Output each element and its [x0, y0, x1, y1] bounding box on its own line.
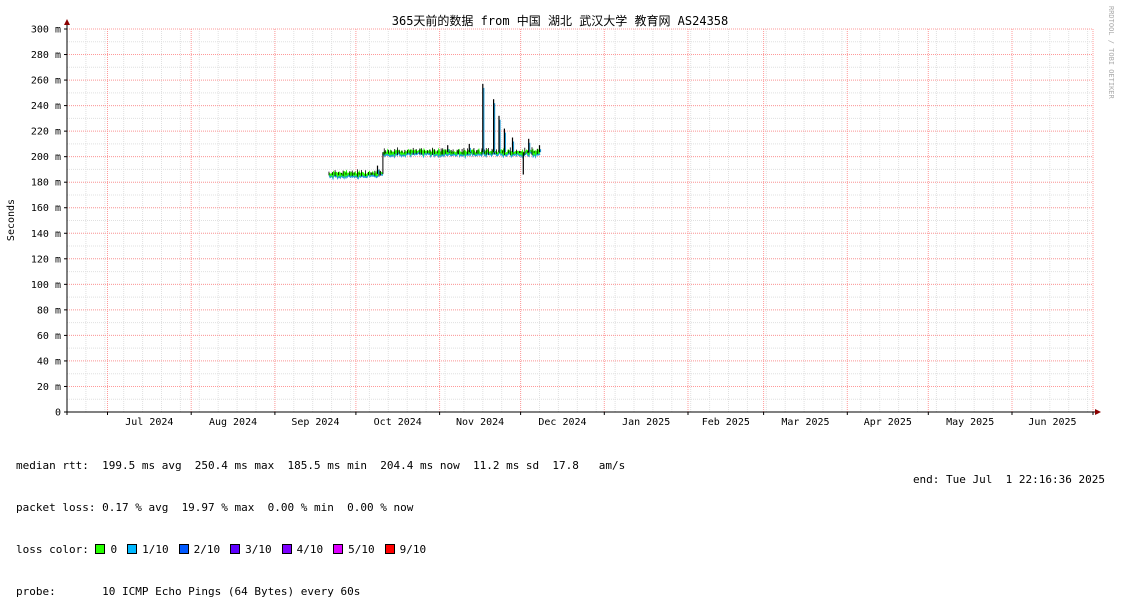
loss-color-item: 4/10	[281, 543, 324, 556]
x-tick-label: May 2025	[946, 417, 994, 428]
y-tick-label: 80 m	[37, 305, 61, 316]
y-tick-label: 220 m	[31, 127, 61, 138]
y-tick-label: 60 m	[37, 331, 61, 342]
y-tick-label: 180 m	[31, 178, 61, 189]
x-tick-label: Aug 2024	[209, 417, 257, 428]
y-tick-label: 0	[55, 408, 61, 419]
loss-color-item: 0	[95, 543, 117, 556]
plot-area	[328, 83, 542, 181]
x-tick-label: Jun 2025	[1028, 417, 1076, 428]
loss-color-swatch	[127, 544, 138, 554]
loss-color-item: 9/10	[384, 543, 427, 556]
x-tick-label: Sep 2024	[291, 417, 339, 428]
x-tick-label: Mar 2025	[781, 417, 829, 428]
loss-color-label-text: 1/10	[142, 543, 169, 556]
loss-color-swatch	[230, 544, 241, 554]
x-tick-label: Apr 2025	[864, 417, 912, 428]
chart-title: 365天前的数据 from 中国 湖北 武汉大学 教育网 AS24358	[392, 13, 729, 28]
loss-color-item: 5/10	[333, 543, 375, 556]
loss-color-label-text: 5/10	[348, 543, 375, 556]
x-tick-label: Feb 2025	[702, 417, 750, 428]
y-tick-label: 40 m	[37, 356, 61, 367]
rrdtool-watermark: RRDTOOL / TOBI OETIKER	[1107, 6, 1115, 100]
probe-info: probe: 10 ICMP Echo Pings (64 Bytes) eve…	[16, 585, 361, 598]
loss-color-label: loss color:	[16, 543, 89, 556]
y-tick-label: 160 m	[31, 203, 61, 214]
y-tick-label: 100 m	[31, 280, 61, 291]
y-tick-label: 120 m	[31, 254, 61, 265]
loss-color-label-text: 0	[110, 543, 118, 556]
loss-color-row: loss color: 0 1/10 2/10 3/10 4/10 5/10 9/10	[16, 543, 625, 557]
rrd-chart: 365天前的数据 from 中国 湖北 武汉大学 教育网 AS24358 Sec…	[6, 6, 1115, 428]
loss-color-item: 3/10	[230, 543, 272, 556]
y-tick-label: 20 m	[37, 382, 61, 393]
loss-color-swatch	[384, 544, 395, 554]
y-tick-label: 140 m	[31, 229, 61, 240]
loss-color-item: 2/10	[178, 543, 221, 556]
y-axis-arrow	[64, 19, 70, 25]
y-tick-label: 280 m	[31, 50, 61, 61]
x-ticks: Jul 2024 Aug 2024 Sep 2024 Oct 2024 Nov 2024…	[107, 412, 1094, 428]
y-tick-label: 240 m	[31, 101, 61, 112]
loss-color-label-text: 3/10	[245, 543, 272, 556]
x-tick-label: Jul 2024	[125, 417, 173, 428]
loss-color-list: 0 1/10 2/10 3/10 4/10 5/10 9/10	[95, 543, 436, 556]
end-time: end: Tue Jul 1 22:16:36 2025	[912, 473, 1105, 486]
x-tick-label: Oct 2024	[374, 417, 422, 428]
loss-color-label-text: 4/10	[296, 543, 324, 556]
loss-color-label-text: 2/10	[193, 543, 221, 556]
legend: median rtt: 199.5 ms avg 250.4 ms max 18…	[16, 431, 625, 613]
loss-color-label-text: 9/10	[399, 543, 427, 556]
axes	[64, 19, 1101, 415]
loss-color-item: 1/10	[127, 543, 169, 556]
packet-loss-stats: packet loss: 0.17 % avg 19.97 % max 0.00…	[16, 501, 414, 514]
y-tick-label: 300 m	[31, 25, 61, 36]
y-tick-label: 200 m	[31, 152, 61, 163]
y-tick-label: 260 m	[31, 76, 61, 87]
x-tick-label: Dec 2024	[538, 417, 586, 428]
x-tick-label: Jan 2025	[622, 417, 670, 428]
median-rtt-stats: median rtt: 199.5 ms avg 250.4 ms max 18…	[16, 459, 626, 472]
loss-color-swatch	[178, 544, 189, 554]
x-axis-arrow	[1095, 409, 1101, 415]
x-tick-label: Nov 2024	[456, 417, 504, 428]
loss-color-swatch	[95, 544, 106, 554]
loss-color-swatch	[281, 544, 292, 554]
y-axis-label: Seconds	[6, 199, 17, 241]
y-ticks: 0 20 m 40 m 60 m 80 m 100 m 120 m 140 m 160 m 180…	[31, 25, 67, 419]
grid	[66, 28, 1094, 413]
loss-color-swatch	[333, 544, 344, 554]
